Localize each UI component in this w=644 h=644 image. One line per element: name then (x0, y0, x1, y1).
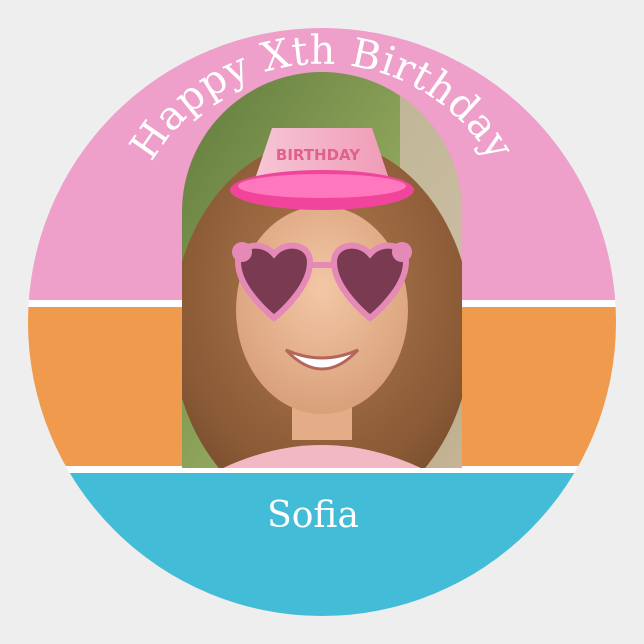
recipient-name: Sofia (267, 495, 359, 536)
portrait-photo: BIRTHDAY (182, 72, 462, 468)
sticker-svg: BIRTHDAY Happy Xth Birthday Sofia (28, 28, 616, 616)
sticker-canvas: BIRTHDAY Happy Xth Birthday Sofia (0, 0, 644, 644)
hat-text: BIRTHDAY (276, 146, 361, 164)
